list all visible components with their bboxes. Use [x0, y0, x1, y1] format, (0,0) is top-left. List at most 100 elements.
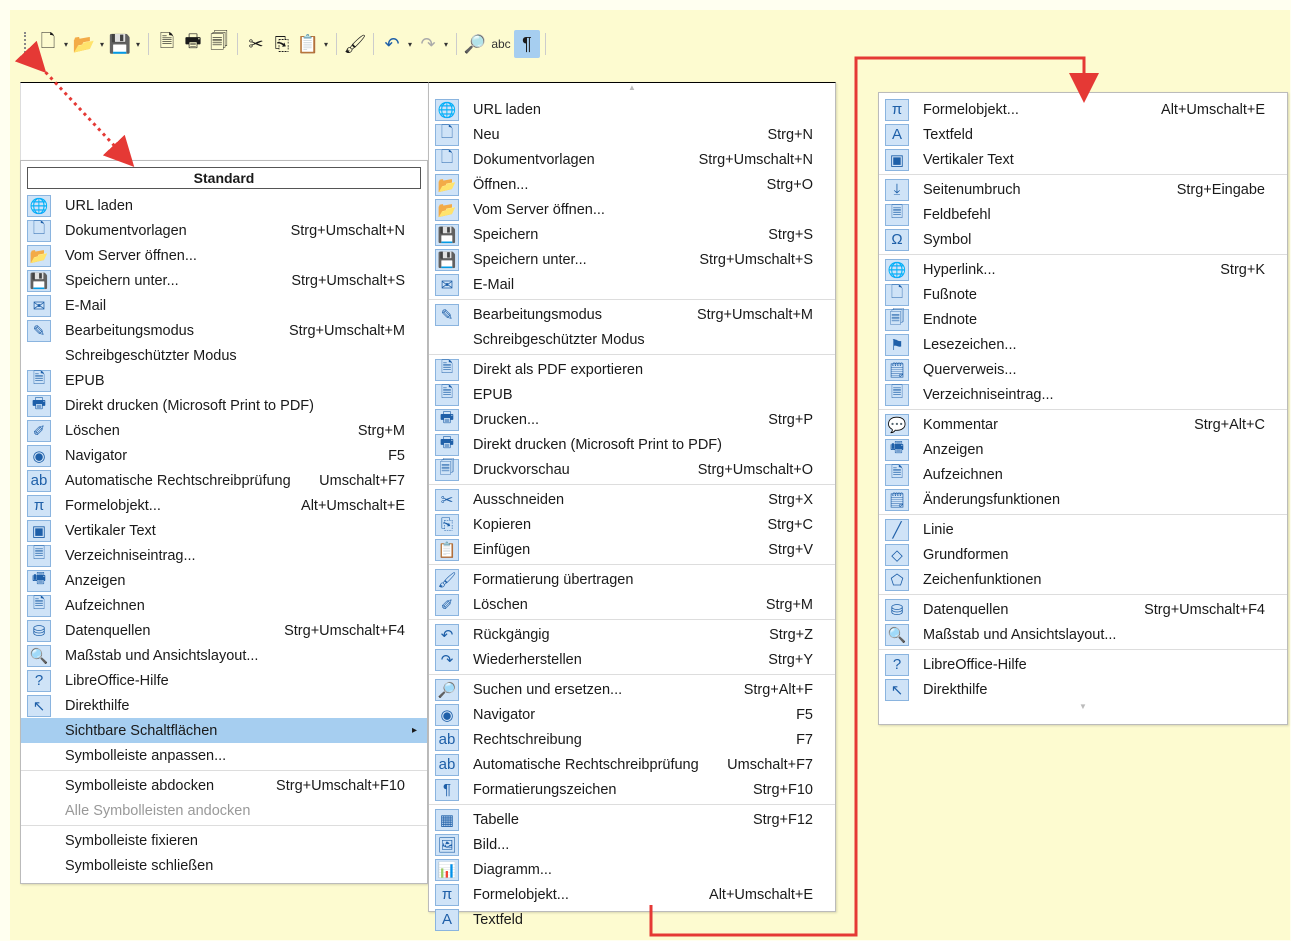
menu-item-anzeigen[interactable]: 🖷 Anzeigen — [879, 437, 1287, 462]
menu-item-navigator[interactable]: ◉ Navigator F5 — [429, 702, 835, 727]
paste-icon[interactable]: 📋 — [295, 30, 321, 58]
menu-item-speichern-unter[interactable]: 💾 Speichern unter... Strg+Umschalt+S — [429, 247, 835, 272]
menu-item-epub[interactable]: 🗎 EPUB — [21, 368, 427, 393]
menu-item-direkt-als-pdf-exportieren[interactable]: 🗎 Direkt als PDF exportieren — [429, 357, 835, 382]
menu-item-customize-toolbar[interactable]: Symbolleiste anpassen... — [21, 743, 427, 768]
menu-item-libreoffice-hilfe[interactable]: ? LibreOffice-Hilfe — [21, 668, 427, 693]
print-icon[interactable]: 🖶 — [180, 30, 206, 58]
menu-item-datenquellen[interactable]: ⛁ Datenquellen Strg+Umschalt+F4 — [879, 597, 1287, 622]
chevron-down-icon[interactable]: ▾ — [133, 40, 143, 49]
spellcheck-icon[interactable]: abc — [488, 30, 514, 58]
menu-item-vertikaler-text[interactable]: ▣ Vertikaler Text — [21, 518, 427, 543]
menu-item-zeichenfunktionen[interactable]: ⬠ Zeichenfunktionen — [879, 567, 1287, 592]
copy-icon[interactable]: ⎘ — [269, 30, 295, 58]
menu-item-einfugen[interactable]: 📋 Einfügen Strg+V — [429, 537, 835, 562]
menu-item-suchen-und-ersetzen[interactable]: 🔎 Suchen und ersetzen... Strg+Alt+F — [429, 677, 835, 702]
menu-item-direkthilfe[interactable]: ↖ Direkthilfe — [21, 693, 427, 718]
menu-item-bearbeitungsmodus[interactable]: ✎ Bearbeitungsmodus Strg+Umschalt+M — [21, 318, 427, 343]
menu-item-anzeigen[interactable]: 🖷 Anzeigen — [21, 568, 427, 593]
menu-item-rechtschreibung[interactable]: ab Rechtschreibung F7 — [429, 727, 835, 752]
menu-item-dokumentvorlagen[interactable]: 🗋 Dokumentvorlagen Strg+Umschalt+N — [21, 218, 427, 243]
undo-icon[interactable]: ↶ — [379, 30, 405, 58]
menu-item-querverweis[interactable]: 🗒 Querverweis... — [879, 357, 1287, 382]
menu-item-anderungsfunktionen[interactable]: 🗒 Änderungsfunktionen — [879, 487, 1287, 512]
open-folder-icon[interactable]: 📂 — [71, 30, 97, 58]
menu-item-kommentar[interactable]: 💬 Kommentar Strg+Alt+C — [879, 412, 1287, 437]
menu-item-endnote[interactable]: 🗐 Endnote — [879, 307, 1287, 332]
export-pdf-icon[interactable]: 🗎 — [154, 30, 180, 58]
menu-item-e-mail[interactable]: ✉ E-Mail — [21, 293, 427, 318]
menu-item-ruckgangig[interactable]: ↶ Rückgängig Strg+Z — [429, 622, 835, 647]
menu-item-formelobjekt[interactable]: π Formelobjekt... Alt+Umschalt+E — [21, 493, 427, 518]
menu-item-speichern[interactable]: 💾 Speichern Strg+S — [429, 222, 835, 247]
print-preview-icon[interactable]: 🗐 — [206, 30, 232, 58]
menu-item-feldbefehl[interactable]: 🗏 Feldbefehl — [879, 202, 1287, 227]
chevron-down-icon[interactable]: ▾ — [97, 40, 107, 49]
menu-item-navigator[interactable]: ◉ Navigator F5 — [21, 443, 427, 468]
menu-item-speichern-unter[interactable]: 💾 Speichern unter... Strg+Umschalt+S — [21, 268, 427, 293]
menu-item-ma-stab-und-ansichtslayout[interactable]: 🔍 Maßstab und Ansichtslayout... — [879, 622, 1287, 647]
menu-item-textfeld[interactable]: A Textfeld — [429, 907, 835, 932]
chevron-down-icon[interactable]: ▾ — [405, 40, 415, 49]
menu-item-offnen[interactable]: 📂 Öffnen... Strg+O — [429, 172, 835, 197]
clone-formatting-icon[interactable]: 🖌 — [342, 30, 368, 58]
menu-item-loschen[interactable]: ✐ Löschen Strg+M — [21, 418, 427, 443]
menu-item-druckvorschau[interactable]: 🗐 Druckvorschau Strg+Umschalt+O — [429, 457, 835, 482]
menu-item-libreoffice-hilfe[interactable]: ? LibreOffice-Hilfe — [879, 652, 1287, 677]
menu-item-automatische-rechtschreibprufung[interactable]: ab Automatische Rechtschreibprüfung Umscha… — [429, 752, 835, 777]
chevron-down-icon[interactable]: ▾ — [441, 40, 451, 49]
menu-item-schreibgeschutzter-modus[interactable]: Schreibgeschützter Modus — [21, 343, 427, 368]
menu-item-textfeld[interactable]: A Textfeld — [879, 122, 1287, 147]
toolbar-grip[interactable] — [24, 32, 27, 56]
menu-item-neu[interactable]: 🗋 Neu Strg+N — [429, 122, 835, 147]
menu-item-verzeichniseintrag[interactable]: 🗏 Verzeichniseintrag... — [21, 543, 427, 568]
menu-item-vom-server-offnen[interactable]: 📂 Vom Server öffnen... — [21, 243, 427, 268]
chevron-down-icon[interactable]: ▾ — [61, 40, 71, 49]
menu-item-visible-buttons[interactable]: Sichtbare Schaltflächen ▸ — [21, 718, 427, 743]
chevron-down-icon[interactable]: ▾ — [321, 40, 331, 49]
menu-item-direkt-drucken-microsoft-print-to-pdf[interactable]: 🖶 Direkt drucken (Microsoft Print to PDF) — [21, 393, 427, 418]
menu-item-url-laden[interactable]: 🌐 URL laden — [21, 193, 427, 218]
menu-item-automatische-rechtschreibprufung[interactable]: ab Automatische Rechtschreibprüfung Umscha… — [21, 468, 427, 493]
menu-item-grundformen[interactable]: ◇ Grundformen — [879, 542, 1287, 567]
scroll-up-icon[interactable]: ▲ — [429, 83, 835, 93]
menu-item-formelobjekt[interactable]: π Formelobjekt... Alt+Umschalt+E — [879, 97, 1287, 122]
menu-item-schreibgeschutzter-modus[interactable]: Schreibgeschützter Modus — [429, 327, 835, 352]
menu-item-symbol[interactable]: Ω Symbol — [879, 227, 1287, 252]
menu-item-formelobjekt[interactable]: π Formelobjekt... Alt+Umschalt+E — [429, 882, 835, 907]
menu-item-e-mail[interactable]: ✉ E-Mail — [429, 272, 835, 297]
menu-item-formatierungszeichen[interactable]: ¶ Formatierungszeichen Strg+F10 — [429, 777, 835, 802]
menu-item-epub[interactable]: 🗎 EPUB — [429, 382, 835, 407]
menu-item-direkt-drucken-microsoft-print-to-pdf[interactable]: 🖶 Direkt drucken (Microsoft Print to PDF) — [429, 432, 835, 457]
menu-item-ma-stab-und-ansichtslayout[interactable]: 🔍 Maßstab und Ansichtslayout... — [21, 643, 427, 668]
menu-item-seitenumbruch[interactable]: ⤓ Seitenumbruch Strg+Eingabe — [879, 177, 1287, 202]
menu-item-datenquellen[interactable]: ⛁ Datenquellen Strg+Umschalt+F4 — [21, 618, 427, 643]
menu-item-undock-toolbar[interactable]: Symbolleiste abdocken Strg+Umschalt+F10 — [21, 773, 427, 798]
menu-item-loschen[interactable]: ✐ Löschen Strg+M — [429, 592, 835, 617]
find-replace-icon[interactable]: 🔎 — [462, 30, 488, 58]
scroll-down-icon[interactable]: ▼ — [879, 702, 1287, 712]
menu-item-fu-note[interactable]: 🗋 Fußnote — [879, 282, 1287, 307]
menu-item-aufzeichnen[interactable]: 🗎 Aufzeichnen — [21, 593, 427, 618]
menu-item-vertikaler-text[interactable]: ▣ Vertikaler Text — [879, 147, 1287, 172]
menu-item-bild[interactable]: 🖼 Bild... — [429, 832, 835, 857]
menu-item-aufzeichnen[interactable]: 🗎 Aufzeichnen — [879, 462, 1287, 487]
menu-item-tabelle[interactable]: ▦ Tabelle Strg+F12 — [429, 807, 835, 832]
formatting-marks-icon[interactable]: ¶ — [514, 30, 540, 58]
cut-icon[interactable]: ✂ — [243, 30, 269, 58]
menu-item-linie[interactable]: ╱ Linie — [879, 517, 1287, 542]
menu-item-verzeichniseintrag[interactable]: 🗏 Verzeichniseintrag... — [879, 382, 1287, 407]
menu-item-close-toolbar[interactable]: Symbolleiste schließen — [21, 853, 427, 878]
menu-item-kopieren[interactable]: ⎘ Kopieren Strg+C — [429, 512, 835, 537]
menu-item-hyperlink[interactable]: 🌐 Hyperlink... Strg+K — [879, 257, 1287, 282]
menu-item-direkthilfe[interactable]: ↖ Direkthilfe — [879, 677, 1287, 702]
menu-item-formatierung-ubertragen[interactable]: 🖌 Formatierung übertragen — [429, 567, 835, 592]
menu-item-diagramm[interactable]: 📊 Diagramm... — [429, 857, 835, 882]
menu-item-lesezeichen[interactable]: ⚑ Lesezeichen... — [879, 332, 1287, 357]
menu-item-url-laden[interactable]: 🌐 URL laden — [429, 97, 835, 122]
menu-item-dokumentvorlagen[interactable]: 🗋 Dokumentvorlagen Strg+Umschalt+N — [429, 147, 835, 172]
menu-item-ausschneiden[interactable]: ✂ Ausschneiden Strg+X — [429, 487, 835, 512]
menu-item-lock-toolbar[interactable]: Symbolleiste fixieren — [21, 828, 427, 853]
menu-item-vom-server-offnen[interactable]: 📂 Vom Server öffnen... — [429, 197, 835, 222]
save-icon[interactable]: 💾 — [107, 30, 133, 58]
